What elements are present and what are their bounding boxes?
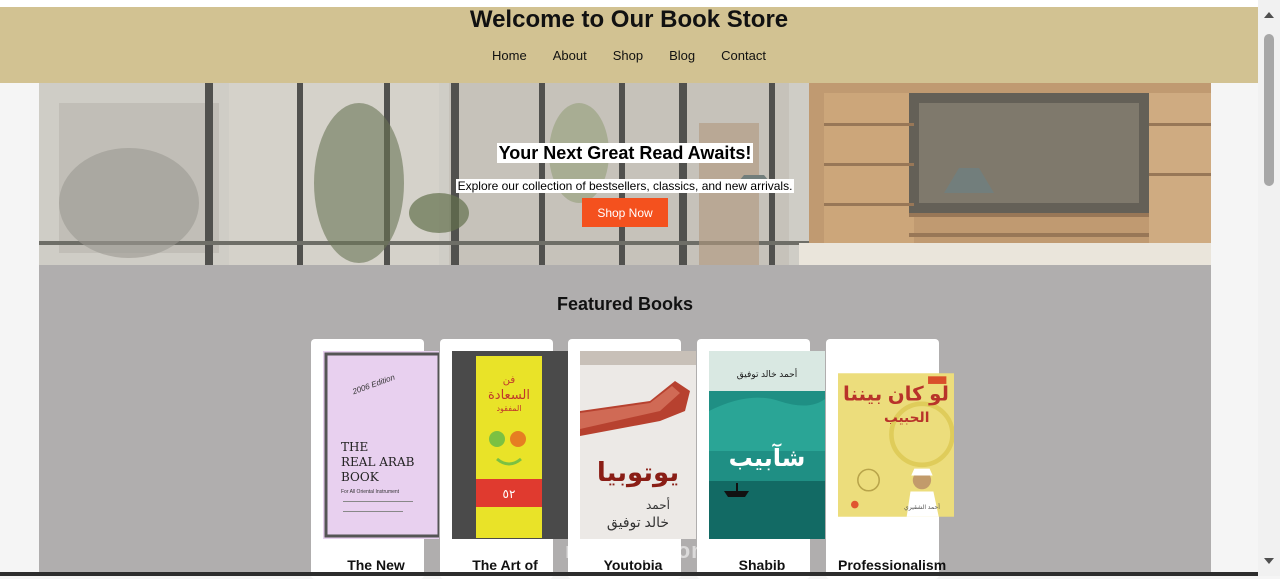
cover-line-1: أحمد خالد توفيق xyxy=(737,368,797,379)
featured-books-section: Featured Books 2006 Edition THE REAL ARA… xyxy=(39,265,1211,579)
book-cover-professionalism: لو كان بيننا الحبيب أحمد الشقيري xyxy=(838,373,954,517)
book-cover-art-of-happiness: فن السعادة المفقود ٥٢ xyxy=(452,351,568,539)
book-card[interactable]: 2006 Edition THE REAL ARAB BOOK For All … xyxy=(311,339,439,579)
nav-blog[interactable]: Blog xyxy=(669,48,695,63)
nav-about[interactable]: About xyxy=(553,48,587,63)
cover-line-the: THE xyxy=(341,440,368,454)
book-title: Professionalism xyxy=(838,557,947,573)
site-title: Welcome to Our Book Store xyxy=(469,6,789,33)
book-title: Shabib xyxy=(738,557,786,573)
book-card[interactable]: فن السعادة المفقود ٥٢ The Art of xyxy=(440,339,568,579)
hero-banner: Your Next Great Read Awaits! Explore our… xyxy=(39,83,1211,265)
cover-line-4: ٥٢ xyxy=(503,487,516,501)
cover-line-instrument: For All Oriental Instrument xyxy=(341,489,400,495)
cover-line-2: الحبيب xyxy=(884,410,929,425)
hero-subtitle: Explore our collection of bestsellers, c… xyxy=(455,179,795,193)
cover-line-book: BOOK xyxy=(341,470,380,484)
cover-line-3: المفقود xyxy=(496,404,521,413)
book-card[interactable]: أحمد خالد توفيق شآبيب Shabib xyxy=(697,339,825,579)
cover-line-3: أحمد الشقيري xyxy=(904,503,940,511)
watermark-text: mostaql.com xyxy=(565,538,712,563)
nav-shop[interactable]: Shop xyxy=(613,48,643,63)
cover-line-2: أحمد xyxy=(646,497,670,512)
cover-line-real-arab: REAL ARAB xyxy=(341,455,415,469)
main-nav: Home About Shop Blog Contact xyxy=(0,48,1258,63)
scroll-thumb[interactable] xyxy=(1264,34,1274,186)
book-cover-shabib: أحمد خالد توفيق شآبيب xyxy=(709,351,825,539)
book-cover-real-arab-book: 2006 Edition THE REAL ARAB BOOK For All … xyxy=(323,351,439,539)
site-header: Welcome to Our Book Store Home About Sho… xyxy=(0,7,1258,83)
featured-heading: Featured Books xyxy=(556,294,694,314)
shop-now-button[interactable]: Shop Now xyxy=(582,198,668,227)
nav-contact[interactable]: Contact xyxy=(721,48,766,63)
book-cover-youtobia: يوتوبيا أحمد خالد توفيق xyxy=(580,351,696,539)
page-scrollbar[interactable] xyxy=(1258,0,1280,576)
cover-line-1: يوتوبيا xyxy=(597,457,679,488)
book-card[interactable]: لو كان بيننا الحبيب أحمد الشقيري Profess… xyxy=(826,339,954,579)
book-title: The New xyxy=(347,557,405,573)
cover-line-1: فن xyxy=(503,375,516,386)
scroll-up-arrow-icon[interactable] xyxy=(1264,12,1274,18)
nav-home[interactable]: Home xyxy=(492,48,527,63)
hero-title: Your Next Great Read Awaits! xyxy=(496,143,754,163)
taskbar-edge xyxy=(0,572,1258,576)
cover-line-1: لو كان بيننا xyxy=(843,384,949,406)
cover-line-2: شآبيب xyxy=(729,443,806,472)
book-title: The Art of xyxy=(472,557,538,573)
cover-line-3: خالد توفيق xyxy=(607,514,669,531)
cover-line-2: السعادة xyxy=(488,387,530,402)
scroll-down-arrow-icon[interactable] xyxy=(1264,558,1274,564)
